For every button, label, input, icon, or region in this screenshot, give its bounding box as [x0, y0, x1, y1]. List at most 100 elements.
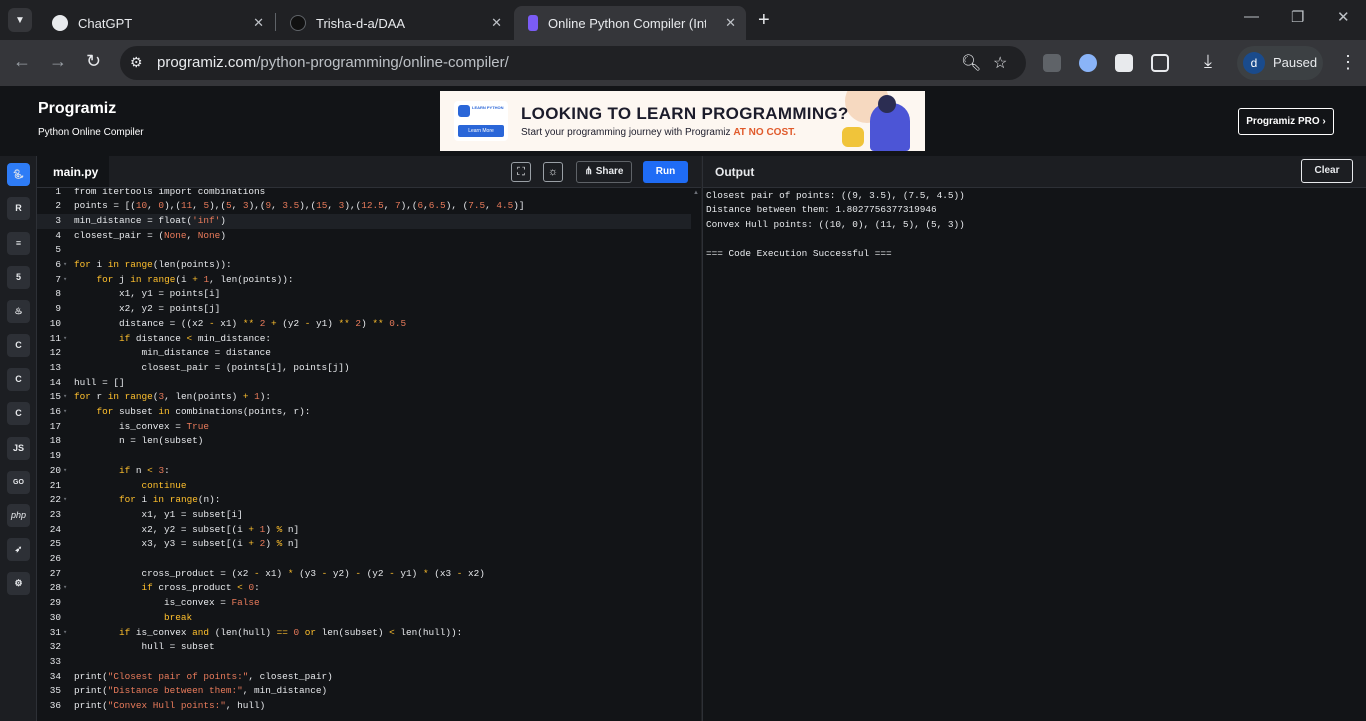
code-line[interactable]: 33 [37, 655, 691, 670]
scroll-up-arrow-icon[interactable]: ▲ [693, 190, 699, 196]
code-line[interactable]: 12 min_distance = distance [37, 346, 691, 361]
new-tab-button[interactable]: + [758, 9, 770, 32]
back-button[interactable]: ← [13, 51, 31, 72]
close-tab-icon[interactable]: ✕ [491, 15, 502, 31]
bookmark-star-icon[interactable]: ☆ [993, 53, 1007, 73]
profile-button[interactable]: d Paused [1237, 46, 1323, 80]
swift-icon[interactable]: ➶ [7, 538, 30, 561]
fold-arrow-icon[interactable]: ▾ [63, 273, 67, 288]
code-line[interactable]: 34 print("Closest pair of points:", close… [37, 670, 691, 685]
fold-arrow-icon[interactable]: ▾ [63, 258, 67, 273]
fold-arrow-icon[interactable]: ▾ [63, 626, 67, 641]
code-line[interactable]: 16 ▾ for subset in combinations(points, r… [37, 405, 691, 420]
csharp-icon[interactable]: C [7, 402, 30, 425]
code-line[interactable]: 10 distance = ((x2 - x1) ** 2 + (y2 - y1… [37, 317, 691, 332]
site-settings-icon[interactable]: ⚙ [130, 54, 143, 71]
code-line[interactable]: 26 [37, 552, 691, 567]
python-icon[interactable]: 🐍︎ [7, 163, 30, 186]
tab-chatgpt[interactable]: ChatGPT ✕ [38, 6, 274, 40]
code-line[interactable]: 21 continue [37, 479, 691, 494]
line-number: 27 [49, 567, 61, 579]
code-line[interactable]: 9 x2, y2 = points[j] [37, 302, 691, 317]
ad-banner[interactable]: LEARN PYTHON Learn More LOOKING TO LEARN… [440, 91, 925, 151]
code-line[interactable]: 28 ▾ if cross_product < 0: [37, 581, 691, 596]
tab-programiz[interactable]: Online Python Compiler (Interpreter) ✕ [514, 6, 746, 40]
fold-arrow-icon[interactable]: ▾ [63, 332, 67, 347]
fold-arrow-icon[interactable]: ▾ [63, 493, 67, 508]
code-line[interactable]: 17 is_convex = True [37, 420, 691, 435]
restore-button[interactable]: ❐ [1291, 8, 1304, 26]
address-bar[interactable]: ⚙ programiz.com/python-programming/onlin… [120, 46, 1026, 80]
programiz-pro-button[interactable]: Programiz PRO › [1238, 108, 1334, 135]
code-line[interactable]: 27 cross_product = (x2 - x1) * (y3 - y2)… [37, 567, 691, 582]
code-line[interactable]: 25 x3, y3 = subset[(i + 2) % n] [37, 537, 691, 552]
fold-arrow-icon[interactable]: ▾ [63, 405, 67, 420]
go-icon[interactable]: GO [7, 471, 30, 494]
fold-arrow-icon[interactable]: ▾ [63, 464, 67, 479]
code-line[interactable]: 19 [37, 449, 691, 464]
code-line[interactable]: 36 print("Convex Hull points:", hull) [37, 699, 691, 714]
code-text: is_convex = True [74, 420, 210, 432]
run-button[interactable]: Run [643, 161, 688, 183]
code-text: for i in range(n): [119, 494, 221, 506]
code-line[interactable]: 3 min_distance = float('inf') [37, 213, 691, 229]
r-icon[interactable]: R [7, 197, 30, 220]
rust-icon[interactable]: ⚙ [7, 572, 30, 595]
extensions-puzzle-icon[interactable] [1151, 54, 1169, 72]
php-icon[interactable]: php [7, 504, 30, 527]
fold-arrow-icon[interactable]: ▾ [63, 581, 67, 596]
share-button[interactable]: ⋔ Share [576, 161, 632, 183]
banner-learn-button[interactable]: Learn More [458, 125, 504, 137]
java-icon[interactable]: ♨ [7, 300, 30, 323]
code-line[interactable]: 18 n = len(subset) [37, 434, 691, 449]
code-line[interactable]: 24 x2, y2 = subset[(i + 1) % n] [37, 523, 691, 538]
tab-search-button[interactable]: ▼ [8, 8, 32, 32]
code-line[interactable]: 7 ▾ for j in range(i + 1, len(points)): [37, 273, 691, 288]
browser-menu-icon[interactable]: ⋮ [1339, 52, 1357, 73]
minimize-button[interactable]: — [1244, 8, 1259, 25]
programiz-logo[interactable]: Programiz [38, 100, 116, 118]
code-line[interactable]: 22 ▾ for i in range(n): [37, 493, 691, 508]
file-tab-main[interactable]: main.py [37, 156, 109, 187]
clear-button[interactable]: Clear [1301, 159, 1353, 183]
cpp-icon[interactable]: C [7, 368, 30, 391]
close-tab-icon[interactable]: ✕ [253, 15, 264, 31]
code-line[interactable]: 6 ▾ for i in range(len(points)): [37, 258, 691, 273]
reload-button[interactable]: ↻ [86, 51, 101, 72]
sql-database-icon[interactable]: ≡ [7, 232, 30, 255]
code-line[interactable]: 2 points = [(10, 0),(11, 5),(5, 3),(9, 3.… [37, 199, 691, 214]
code-line[interactable]: 31 ▾ if is_convex and (len(hull) == 0 or … [37, 626, 691, 641]
javascript-icon[interactable]: JS [7, 437, 30, 460]
cursor-extension-icon[interactable] [1079, 54, 1097, 72]
code-line[interactable]: 5 [37, 243, 691, 258]
zoom-icon[interactable]: 🔍︎ [961, 53, 981, 73]
close-window-button[interactable]: ✕ [1337, 8, 1350, 26]
fold-arrow-icon[interactable]: ▾ [63, 390, 67, 405]
code-line[interactable]: 4 closest_pair = (None, None) [37, 229, 691, 244]
code-line[interactable]: 8 x1, y1 = points[i] [37, 287, 691, 302]
html5-icon[interactable]: 5 [7, 266, 30, 289]
code-line[interactable]: 11 ▾ if distance < min_distance: [37, 332, 691, 347]
output-console[interactable]: Closest pair of points: ((9, 3.5), (7.5,… [702, 188, 1366, 721]
code-line[interactable]: 35 print("Distance between them:", min_di… [37, 684, 691, 699]
code-text: print("Distance between them:", min_dist… [74, 685, 328, 697]
downloads-icon[interactable]: ⤓ [1204, 51, 1212, 72]
theme-toggle-icon[interactable]: ☼ [543, 162, 563, 182]
clipboard-extension-icon[interactable] [1115, 54, 1133, 72]
extension-icon[interactable] [1043, 54, 1061, 72]
tab-github[interactable]: Trisha-d-a/DAA ✕ [276, 6, 512, 40]
code-line[interactable]: 13 closest_pair = (points[i], points[j]) [37, 361, 691, 376]
code-line[interactable]: 20 ▾ if n < 3: [37, 464, 691, 479]
c-icon[interactable]: C [7, 334, 30, 357]
code-line[interactable]: 29 is_convex = False [37, 596, 691, 611]
code-line[interactable]: 32 hull = subset [37, 640, 691, 655]
code-line[interactable]: 1 from itertools import combinations [37, 188, 691, 199]
code-editor[interactable]: ▲ 1 from itertools import combinations 2 po… [37, 188, 701, 721]
code-line[interactable]: 14 hull = [] [37, 376, 691, 391]
code-line[interactable]: 23 x1, y1 = subset[i] [37, 508, 691, 523]
code-line[interactable]: 30 break [37, 611, 691, 626]
forward-button[interactable]: → [49, 51, 67, 72]
code-line[interactable]: 15 ▾ for r in range(3, len(points) + 1): [37, 390, 691, 405]
close-tab-icon[interactable]: ✕ [725, 15, 736, 31]
fullscreen-icon[interactable]: ⛶ [511, 162, 531, 182]
